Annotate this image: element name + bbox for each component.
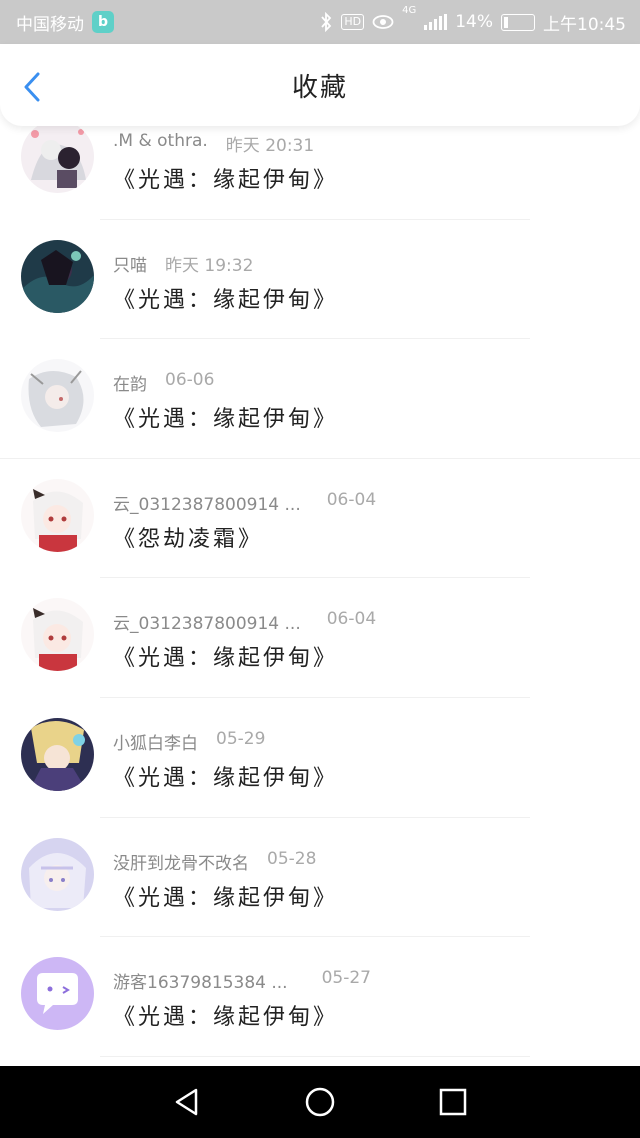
status-right: HD 4G 14% 上午10:45 — [319, 5, 626, 35]
story-title: 《光遇：缘起伊甸》 — [113, 765, 339, 791]
anime-avatar-icon — [21, 598, 94, 672]
timestamp: 昨天 19:32 — [165, 255, 254, 276]
anime-avatar-icon — [21, 837, 94, 911]
story-title: 《光遇：缘起伊甸》 — [113, 1005, 339, 1031]
system-nav-bar — [0, 1066, 640, 1138]
list-item[interactable]: 在韵 06-06 《光遇：缘起伊甸》 — [0, 339, 640, 459]
list-item[interactable]: 小狐白李白 05-29 《光遇：缘起伊甸》 — [0, 698, 640, 818]
anime-avatar-icon — [21, 239, 94, 313]
back-button[interactable] — [18, 72, 48, 102]
anime-avatar-icon — [21, 478, 94, 552]
status-bar: 中国移动 b HD 4G 14% 上午10:45 — [0, 0, 640, 44]
system-home-button[interactable] — [300, 1082, 340, 1122]
square-recents-icon — [440, 1088, 467, 1116]
author-name: 游客16379815384 ... — [113, 973, 288, 994]
story-title: 《光遇：缘起伊甸》 — [113, 407, 339, 433]
list-item[interactable]: 云_0312387800914 ... 06-04 《怨劫凌霜》 — [0, 459, 640, 579]
clock: 上午10:45 — [543, 14, 626, 35]
timestamp: 06-04 — [326, 489, 377, 510]
avatar[interactable] — [21, 239, 94, 313]
anime-avatar-icon — [21, 359, 94, 433]
story-title: 《怨劫凌霜》 — [113, 526, 264, 552]
item-meta: .M & othra. 昨天 20:31 — [113, 131, 314, 156]
system-back-button[interactable] — [167, 1082, 207, 1122]
author-name: 只喵 — [113, 255, 147, 276]
author-name: .M & othra. — [113, 131, 208, 151]
divider — [100, 1055, 530, 1057]
battery-level — [504, 16, 508, 28]
author-name: 云_0312387800914 ... — [113, 494, 301, 515]
author-name: 小狐白李白 — [113, 733, 198, 754]
author-name: 没肝到龙骨不改名 — [113, 853, 249, 874]
circle-home-icon — [305, 1087, 335, 1117]
story-title: 《光遇：缘起伊甸》 — [113, 646, 339, 672]
header-bar: 收藏 — [0, 44, 640, 126]
timestamp: 05-27 — [321, 968, 371, 989]
status-left: 中国移动 b — [16, 10, 114, 35]
story-title: 《光遇：缘起伊甸》 — [113, 168, 339, 193]
avatar[interactable] — [21, 717, 94, 791]
battery-percent: 14% — [455, 12, 493, 32]
list-item[interactable]: 云_0312387800914 ... 06-04 《光遇：缘起伊甸》 — [0, 578, 640, 698]
eye-icon — [372, 15, 394, 29]
item-meta: 云_0312387800914 ... 06-04 — [113, 609, 376, 634]
bluetooth-icon — [321, 12, 332, 32]
anime-avatar-icon — [21, 717, 94, 791]
app-notification-icon: b — [92, 11, 114, 33]
item-meta: 没肝到龙骨不改名 05-28 — [113, 849, 316, 874]
avatar[interactable] — [21, 359, 94, 433]
list-item[interactable]: 游客16379815384 ... 05-27 《光遇：缘起伊甸》 — [0, 937, 640, 1057]
author-name: 在韵 — [113, 375, 147, 396]
system-recents-button[interactable] — [433, 1082, 473, 1122]
item-meta: 小狐白李白 05-29 — [113, 729, 265, 754]
carrier-label: 中国移动 — [16, 14, 84, 35]
timestamp: 昨天 20:31 — [225, 136, 315, 156]
avatar[interactable] — [21, 598, 94, 672]
favorites-list[interactable]: .M & othra. 昨天 20:31 《光遇：缘起伊甸》 只喵 昨天 19:… — [0, 100, 640, 1066]
author-name: 云_0312387800914 ... — [113, 614, 301, 635]
page-title: 收藏 — [291, 72, 348, 103]
avatar[interactable] — [21, 478, 94, 552]
timestamp: 06-04 — [326, 609, 377, 630]
item-meta: 云_0312387800914 ... 06-04 — [113, 490, 376, 515]
list-item[interactable]: 没肝到龙骨不改名 05-28 《光遇：缘起伊甸》 — [0, 818, 640, 938]
chat-bubble-icon — [21, 957, 94, 1031]
battery-icon — [501, 13, 535, 31]
item-meta: 游客16379815384 ... 05-27 — [113, 968, 371, 993]
timestamp: 05-28 — [267, 848, 317, 869]
item-meta: 在韵 06-06 — [113, 370, 214, 395]
hd-icon: HD — [341, 14, 365, 30]
signal-icon — [424, 14, 448, 30]
item-meta: 只喵 昨天 19:32 — [113, 251, 253, 276]
story-title: 《光遇：缘起伊甸》 — [113, 287, 339, 313]
timestamp: 05-29 — [216, 728, 266, 749]
network-type: 4G — [402, 4, 417, 16]
avatar[interactable] — [21, 837, 94, 911]
triangle-back-icon — [175, 1088, 197, 1116]
timestamp: 06-06 — [165, 370, 215, 391]
avatar[interactable] — [21, 957, 94, 1031]
list-item[interactable]: 只喵 昨天 19:32 《光遇：缘起伊甸》 — [0, 220, 640, 340]
avatar[interactable] — [21, 120, 94, 193]
story-title: 《光遇：缘起伊甸》 — [113, 885, 339, 911]
chevron-left-icon — [24, 72, 40, 102]
anime-avatar-icon — [21, 120, 94, 193]
